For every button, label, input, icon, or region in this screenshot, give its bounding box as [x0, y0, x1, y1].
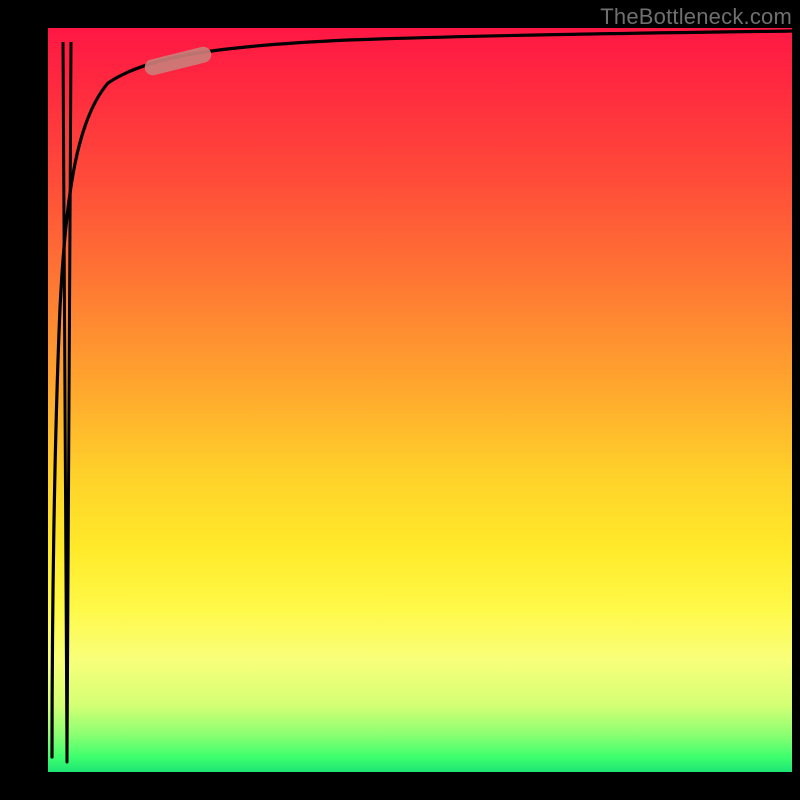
curve-layer: [48, 28, 792, 772]
curve-spike: [63, 42, 71, 762]
curve-main: [52, 31, 792, 757]
attribution-text: TheBottleneck.com: [600, 4, 792, 30]
chart-frame: TheBottleneck.com: [0, 0, 800, 800]
curve-highlight-segment: [143, 45, 213, 77]
